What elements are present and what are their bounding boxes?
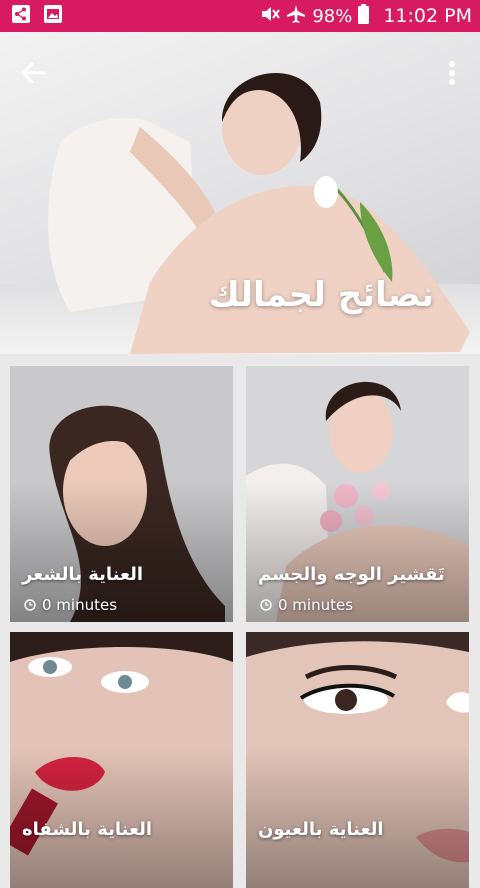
card-hair-care[interactable]: العناية بالشعر 0 minutes xyxy=(10,366,233,622)
airplane-icon xyxy=(286,4,306,28)
card-title: تَقشير الوجه والجسم xyxy=(258,564,445,585)
card-duration-text: 0 minutes xyxy=(42,596,118,614)
card-face-body-exfoliation[interactable]: تَقشير الوجه والجسم 0 minutes xyxy=(246,366,469,622)
card-duration: 0 minutes xyxy=(260,596,353,614)
card-lip-care[interactable]: العناية بالشفاه xyxy=(10,632,233,888)
page-title: نصائح لجمالك xyxy=(208,275,434,315)
back-button[interactable] xyxy=(16,56,50,90)
card-title: العناية بالشفاه xyxy=(22,819,153,840)
header-banner: نصائح لجمالك xyxy=(0,32,480,354)
clock: 11:02 PM xyxy=(383,5,472,27)
status-bar: 98% 11:02 PM xyxy=(0,0,480,32)
card-eye-care[interactable]: العناية بالعيون xyxy=(246,632,469,888)
card-duration-text: 0 minutes xyxy=(278,596,354,614)
clock-icon xyxy=(24,599,36,611)
battery-percent: 98% xyxy=(312,5,353,27)
card-duration: 0 minutes xyxy=(24,596,117,614)
arrow-left-icon xyxy=(21,62,46,84)
more-vertical-icon xyxy=(449,61,455,85)
clock-icon xyxy=(260,599,272,611)
share-icon xyxy=(12,5,30,27)
mute-icon xyxy=(260,5,281,27)
category-grid: العناية بالشعر 0 minutes تَقشير الوجه وا… xyxy=(0,354,480,888)
overflow-menu-button[interactable] xyxy=(442,56,462,90)
card-title: العناية بالعيون xyxy=(258,819,384,840)
card-title: العناية بالشعر xyxy=(22,564,144,585)
image-icon xyxy=(44,5,62,27)
battery-icon xyxy=(358,4,370,28)
